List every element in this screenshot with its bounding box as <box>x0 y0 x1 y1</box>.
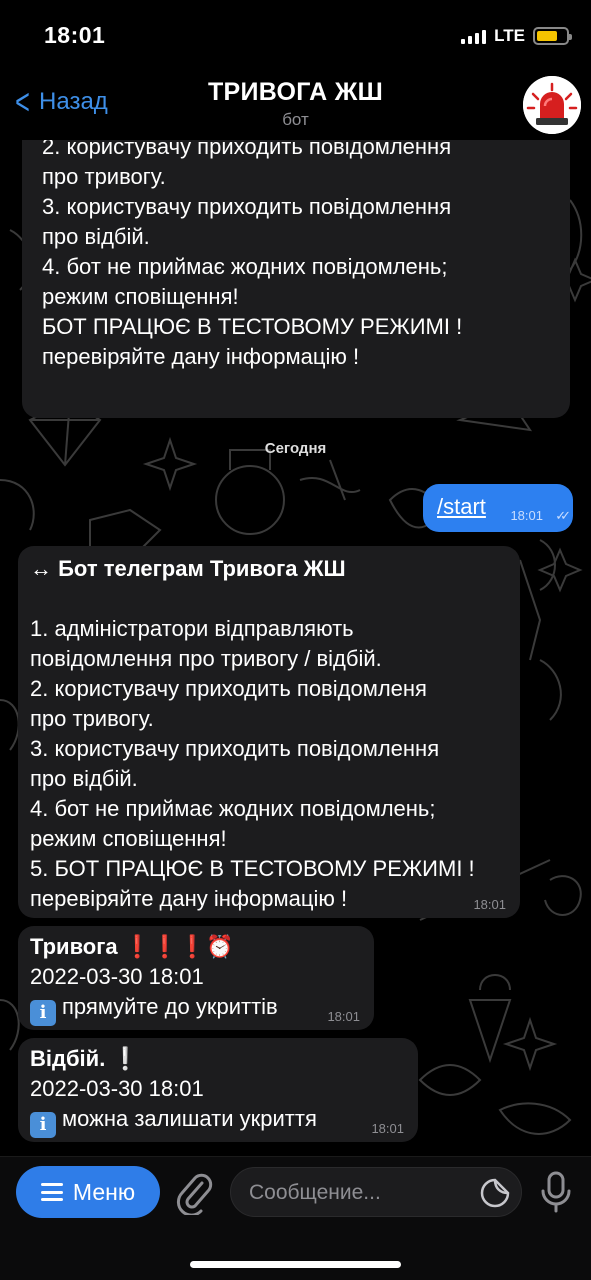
message-line: про тривогу. <box>30 706 154 731</box>
hamburger-icon <box>40 1183 63 1201</box>
message-bubble-outgoing[interactable]: /start 18:01 ✓✓ <box>423 484 573 532</box>
siren-icon <box>523 76 581 134</box>
message-line: повідомлення про тривогу / відбій. <box>30 646 382 671</box>
message-bubble-previous[interactable]: 2. користувачу приходить повідомлення пр… <box>22 140 570 418</box>
message-line: про відбій. <box>42 224 150 249</box>
message-line: про відбій. <box>30 766 138 791</box>
message-line: 4. бот не приймає жодних повідомлень; <box>42 254 448 279</box>
clear-title: Відбій. <box>30 1046 106 1071</box>
battery-icon <box>533 27 572 45</box>
network-label: LTE <box>494 26 525 45</box>
message-line: 5. БОТ ПРАЦЮЄ В ТЕСТОВОМУ РЕЖИМІ ! <box>30 856 475 881</box>
message-line: режим сповіщення! <box>30 826 227 851</box>
clear-info: можна залишати укриття <box>62 1106 317 1131</box>
message-composer: Меню Сообщение... <box>0 1156 591 1280</box>
message-line: перевіряйте дану інформацію ! <box>42 344 360 369</box>
alarm-emphasis: ❗❗❗⏰ <box>123 934 234 959</box>
message-line: 4. бот не приймає жодних повідомлень; <box>30 796 436 821</box>
message-time: 18:01 <box>473 897 506 912</box>
info-icon: i <box>30 1000 56 1026</box>
message-heading: ↔ Бот телеграм Тривога ЖШ <box>30 556 346 581</box>
chat-subtitle: бот <box>282 110 309 129</box>
status-bar: 18:01 LTE <box>0 0 591 70</box>
message-time: 18:01 <box>327 1009 360 1024</box>
message-line: БОТ ПРАЦЮЄ В ТЕСТОВОМУ РЕЖИМІ ! <box>42 314 463 339</box>
status-indicators: LTE <box>461 26 572 46</box>
message-time: 18:01 <box>510 508 543 523</box>
signal-icon <box>461 28 487 44</box>
message-time: 18:01 <box>371 1121 404 1136</box>
menu-button[interactable]: Меню <box>16 1166 160 1218</box>
microphone-icon[interactable] <box>538 1169 574 1215</box>
chat-header: < Назад ТРИВОГА ЖШ бот <box>0 70 591 140</box>
message-line: 2. користувачу приходить повідомленя <box>30 676 427 701</box>
message-line: 2. користувачу приходить повідомлення <box>42 140 452 159</box>
message-bubble-alarm[interactable]: Тривога ❗❗❗⏰ 2022-03-30 18:01 i прямуйте … <box>18 926 374 1030</box>
chat-title[interactable]: ТРИВОГА ЖШ <box>0 78 591 107</box>
message-bubble-bot-intro[interactable]: ↔ Бот телеграм Тривога ЖШ 1. адміністрат… <box>18 546 520 918</box>
alarm-title: Тривога <box>30 934 118 959</box>
status-time: 18:01 <box>44 22 106 48</box>
info-icon: i <box>30 1112 56 1138</box>
bot-avatar[interactable] <box>523 76 581 134</box>
read-checkmarks-icon: ✓✓ <box>555 508 571 523</box>
alarm-info: прямуйте до укриттів <box>62 994 278 1019</box>
clear-emphasis: ❕ <box>111 1046 139 1071</box>
sticker-icon[interactable] <box>479 1177 511 1209</box>
date-separator: Сегодня <box>264 440 327 457</box>
message-line: про тривогу. <box>42 164 166 189</box>
paperclip-icon[interactable] <box>174 1171 214 1215</box>
message-line: 1. адміністратори відправляють <box>30 616 354 641</box>
message-bubble-all-clear[interactable]: Відбій. ❕ 2022-03-30 18:01 i можна залиша… <box>18 1038 418 1142</box>
alarm-datetime: 2022-03-30 18:01 <box>30 964 204 989</box>
message-list[interactable]: 2. користувачу приходить повідомлення пр… <box>0 140 591 1156</box>
message-line: режим сповіщення! <box>42 284 239 309</box>
home-indicator[interactable] <box>190 1261 401 1268</box>
menu-label: Меню <box>72 1178 136 1205</box>
message-line: перевіряйте дану інформацію ! <box>30 886 348 911</box>
message-input[interactable]: Сообщение... <box>230 1167 522 1217</box>
message-line: 3. користувачу приходить повідомлення <box>30 736 440 761</box>
clear-datetime: 2022-03-30 18:01 <box>30 1076 204 1101</box>
message-line: 3. користувачу приходить повідомлення <box>42 194 452 219</box>
command-link[interactable]: /start <box>437 494 486 520</box>
message-placeholder: Сообщение... <box>249 1181 381 1204</box>
